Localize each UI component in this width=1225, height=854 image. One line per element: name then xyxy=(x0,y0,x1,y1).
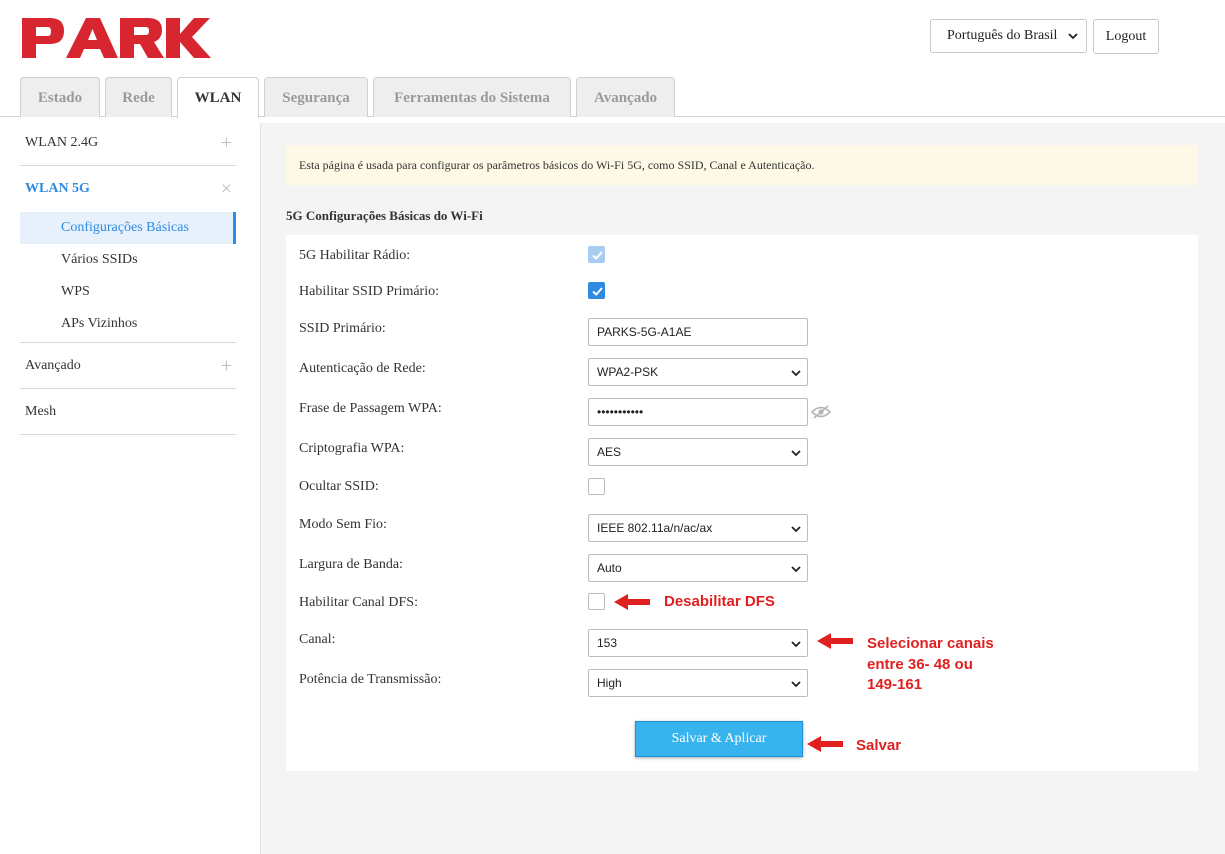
info-notice: Esta página é usada para configurar os p… xyxy=(286,145,1198,185)
sidebar-item-label: WLAN 5G xyxy=(25,181,90,196)
tab-ferramentas-do-sistema[interactable]: Ferramentas do Sistema xyxy=(373,77,571,117)
wpa-passphrase-input[interactable]: ••••••••••• xyxy=(588,398,808,426)
sidebar-subitem-configuracoes-basicas[interactable]: Configurações Básicas xyxy=(20,212,236,244)
annotation-line: 149-161 xyxy=(867,676,923,693)
label-wpa-encryption: Criptografia WPA: xyxy=(299,441,405,456)
settings-card: 5G Habilitar Rádio: Habilitar SSID Primá… xyxy=(286,235,1198,771)
parks-logo xyxy=(22,18,211,58)
sidebar-subitem-aps-vizinhos[interactable]: APs Vizinhos xyxy=(20,308,236,340)
hide-ssid-checkbox[interactable] xyxy=(588,478,605,495)
main-panel: Esta página é usada para configurar os p… xyxy=(260,123,1225,854)
wireless-mode-select[interactable]: IEEE 802.11a/n/ac/ax xyxy=(588,514,808,542)
tab-rede[interactable]: Rede xyxy=(105,77,172,117)
collapse-close-icon[interactable]: × xyxy=(221,166,232,212)
label-enable-primary-ssid: Habilitar SSID Primário: xyxy=(299,284,439,299)
select-value: AES xyxy=(597,445,622,459)
expand-plus-icon[interactable]: + xyxy=(221,120,232,166)
annotation-arrow-icon xyxy=(614,594,650,610)
tab-seguranca[interactable]: Segurança xyxy=(264,77,368,117)
bandwidth-select[interactable]: Auto xyxy=(588,554,808,582)
wlan-5g-submenu: Configurações Básicas Vários SSIDs WPS A… xyxy=(20,212,236,343)
annotation-arrow-icon xyxy=(817,633,853,649)
sidebar-item-wlan-5g[interactable]: WLAN 5G × xyxy=(20,166,236,212)
enable-dfs-channel-checkbox[interactable] xyxy=(588,593,605,610)
select-value: Auto xyxy=(597,561,622,575)
sidebar-item-label: WLAN 2.4G xyxy=(25,135,99,150)
chevron-down-icon xyxy=(1068,33,1078,40)
enable-primary-ssid-checkbox[interactable] xyxy=(588,282,605,299)
save-apply-button[interactable]: Salvar & Aplicar xyxy=(635,721,803,757)
section-title: 5G Configurações Básicas do Wi-Fi xyxy=(286,208,483,223)
annotation-line: Selecionar canais xyxy=(867,635,994,652)
select-value: IEEE 802.11a/n/ac/ax xyxy=(597,521,713,535)
chevron-down-icon xyxy=(791,641,801,648)
annotation-line: entre 36- 48 ou xyxy=(867,655,973,673)
chevron-down-icon xyxy=(791,450,801,457)
tab-avancado[interactable]: Avançado xyxy=(576,77,675,117)
label-transmit-power: Potência de Transmissão: xyxy=(299,672,442,687)
label-enable-radio: 5G Habilitar Rádio: xyxy=(299,248,411,263)
language-select-value: Português do Brasil xyxy=(947,28,1058,43)
annotation-disable-dfs: Desabilitar DFS xyxy=(664,593,775,610)
select-value: WPA2-PSK xyxy=(597,365,659,379)
sidebar: WLAN 2.4G + WLAN 5G × Configurações Bási… xyxy=(20,120,236,435)
tab-estado[interactable]: Estado xyxy=(20,77,100,117)
label-wireless-mode: Modo Sem Fio: xyxy=(299,517,387,532)
chevron-down-icon xyxy=(791,681,801,688)
label-hide-ssid: Ocultar SSID: xyxy=(299,479,379,494)
logout-button[interactable]: Logout xyxy=(1093,19,1159,54)
label-network-authentication: Autenticação de Rede: xyxy=(299,361,426,377)
annotation-select-channels: Selecionar canais entre 36- 48 ou 149-16… xyxy=(867,634,994,696)
annotation-arrow-icon xyxy=(807,736,843,752)
channel-select[interactable]: 153 xyxy=(588,629,808,657)
expand-plus-icon[interactable]: + xyxy=(221,343,232,389)
checkmark-icon xyxy=(592,251,603,260)
sidebar-subitem-wps[interactable]: WPS xyxy=(20,276,236,308)
chevron-down-icon xyxy=(791,370,801,377)
checkmark-icon xyxy=(592,287,603,296)
tab-wlan[interactable]: WLAN xyxy=(177,77,259,118)
network-authentication-select[interactable]: WPA2-PSK xyxy=(588,358,808,386)
transmit-power-select[interactable]: High xyxy=(588,669,808,697)
label-channel: Canal: xyxy=(299,632,336,647)
label-bandwidth: Largura de Banda: xyxy=(299,557,403,572)
label-primary-ssid: SSID Primário: xyxy=(299,321,386,336)
chevron-down-icon xyxy=(791,526,801,533)
sidebar-item-mesh[interactable]: Mesh xyxy=(20,389,236,435)
label-enable-dfs-channel: Habilitar Canal DFS: xyxy=(299,595,418,610)
chevron-down-icon xyxy=(791,566,801,573)
label-text: Autenticação de Rede: xyxy=(299,361,426,376)
wpa-encryption-select[interactable]: AES xyxy=(588,438,808,466)
sidebar-item-label: Mesh xyxy=(25,404,57,419)
sidebar-subitem-varios-ssids[interactable]: Vários SSIDs xyxy=(20,244,236,276)
annotation-save: Salvar xyxy=(856,737,902,754)
sidebar-item-wlan-2-4g[interactable]: WLAN 2.4G + xyxy=(20,120,236,166)
sidebar-item-label: Avançado xyxy=(25,358,81,373)
label-wpa-passphrase: Frase de Passagem WPA: xyxy=(299,401,442,416)
select-value: 153 xyxy=(597,636,618,650)
primary-ssid-input[interactable]: PARKS-5G-A1AE xyxy=(588,318,808,346)
eye-slash-icon[interactable] xyxy=(811,405,831,419)
enable-radio-checkbox[interactable] xyxy=(588,246,605,263)
language-select[interactable]: Português do Brasil xyxy=(930,19,1087,53)
sidebar-item-avancado[interactable]: Avançado + xyxy=(20,343,236,389)
select-value: High xyxy=(597,676,622,690)
